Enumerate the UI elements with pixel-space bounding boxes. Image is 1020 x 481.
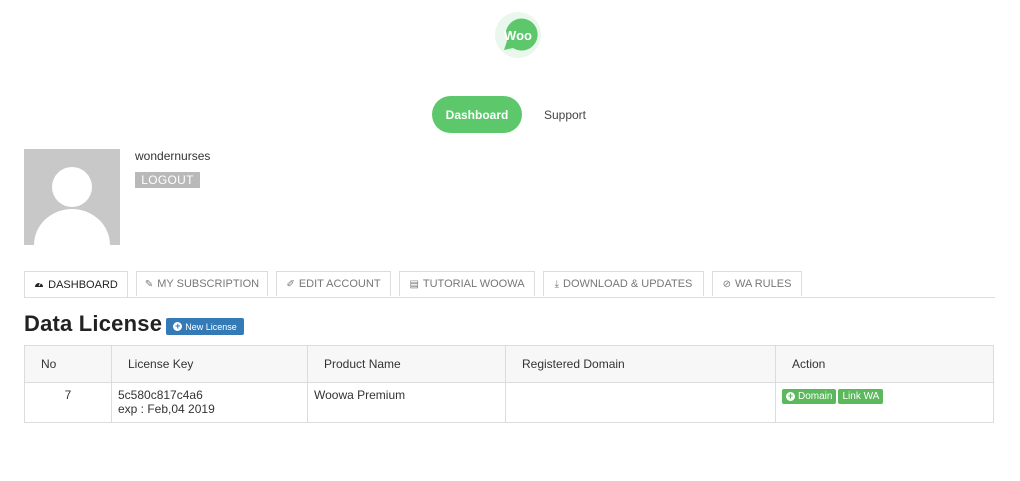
tab-download-updates[interactable]: ⤓ DOWNLOAD & UPDATES [543, 271, 704, 296]
column-header-no: No [24, 345, 112, 383]
cell-registered-domain [505, 382, 776, 423]
nav-support-link[interactable]: Support [532, 96, 598, 133]
avatar [24, 149, 120, 245]
column-header-registered-domain: Registered Domain [505, 345, 776, 383]
add-domain-button[interactable]: + Domain [782, 389, 837, 404]
tab-dashboard[interactable]: DASHBOARD [24, 271, 128, 297]
link-wa-button[interactable]: Link WA [838, 389, 884, 404]
top-navigation: Dashboard Support [0, 96, 1020, 133]
table-row: 7 5c580c817c4a6 exp : Feb,04 2019 Woowa … [24, 382, 994, 423]
username: wondernurses [135, 149, 211, 163]
license-expiry: exp : Feb,04 2019 [118, 402, 215, 416]
pencil-icon: ✎ [144, 278, 154, 290]
cell-no: 7 [24, 382, 112, 423]
license-key: 5c580c817c4a6 [118, 388, 203, 402]
column-header-product-name: Product Name [307, 345, 506, 383]
plus-circle-icon: + [173, 321, 183, 331]
logout-button[interactable]: LOGOUT [135, 172, 200, 188]
plus-circle-icon: + [786, 391, 795, 401]
page-title: Data License [24, 311, 163, 336]
edit-icon: ✐ [286, 278, 295, 290]
tab-wa-rules[interactable]: ⊘ WA RULES [712, 271, 802, 296]
tab-my-subscription[interactable]: ✎ MY SUBSCRIPTION [136, 271, 268, 296]
tab-label: DASHBOARD [48, 278, 118, 291]
tab-label: EDIT ACCOUNT [298, 278, 381, 290]
tab-tutorial-woowa[interactable]: ▤ TUTORIAL WOOWA [399, 271, 535, 296]
download-icon: ⤓ [554, 278, 560, 290]
tab-label: DOWNLOAD & UPDATES [563, 278, 693, 290]
woo-logo: Woo [492, 10, 542, 60]
new-license-button[interactable]: + New License [166, 318, 244, 335]
tab-label: MY SUBSCRIPTION [157, 278, 260, 290]
book-icon: ▤ [409, 278, 419, 290]
tab-label: WA RULES [734, 278, 792, 290]
add-domain-label: Domain [798, 391, 833, 402]
table-header-row: No License Key Product Name Registered D… [24, 345, 994, 383]
cell-license-key: 5c580c817c4a6 exp : Feb,04 2019 [111, 382, 308, 423]
tab-edit-account[interactable]: ✐ EDIT ACCOUNT [276, 271, 391, 296]
ban-icon: ⊘ [722, 278, 731, 290]
new-license-label: New License [185, 321, 237, 332]
column-header-action: Action [775, 345, 994, 383]
dashboard-icon [34, 279, 44, 291]
nav-dashboard-button[interactable]: Dashboard [432, 96, 522, 133]
column-header-license-key: License Key [111, 345, 308, 383]
logo-text: Woo [504, 28, 532, 43]
cell-action: + Domain Link WA [775, 382, 994, 423]
cell-product-name: Woowa Premium [307, 382, 506, 423]
license-table: No License Key Product Name Registered D… [24, 345, 994, 423]
account-tabs: DASHBOARD ✎ MY SUBSCRIPTION ✐ EDIT ACCOU… [24, 271, 995, 298]
tab-label: TUTORIAL WOOWA [422, 278, 525, 290]
